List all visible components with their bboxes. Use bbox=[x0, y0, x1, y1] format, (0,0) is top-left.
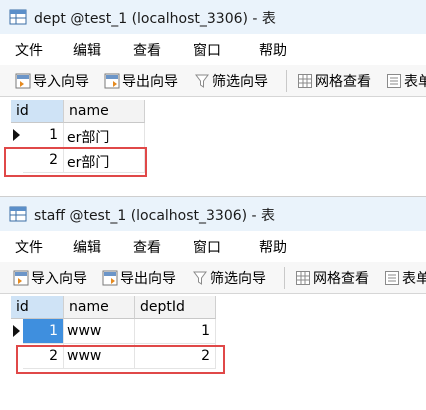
filter-wizard-label: 筛选向导 bbox=[210, 271, 266, 287]
import-icon bbox=[13, 270, 29, 286]
column-header-label: deptId bbox=[140, 299, 185, 315]
toolbar-separator bbox=[284, 267, 285, 289]
menu-file[interactable]: 文件 bbox=[15, 40, 43, 60]
cell-value: 1 bbox=[49, 323, 58, 339]
window-title: staff @test_1 (localhost_3306) - 表 bbox=[34, 208, 276, 224]
menu-help[interactable]: 帮助 bbox=[259, 40, 287, 60]
cell-id-selected[interactable]: 1 bbox=[23, 319, 64, 344]
grid-view-icon bbox=[295, 270, 311, 286]
current-row-arrow-icon bbox=[13, 325, 20, 337]
menu-file[interactable]: 文件 bbox=[15, 237, 43, 257]
column-header-label: name bbox=[69, 103, 109, 119]
filter-wizard-label: 筛选向导 bbox=[212, 74, 268, 90]
title-bar: dept @test_1 (localhost_3306) - 表 bbox=[0, 0, 426, 35]
column-header-name[interactable]: name bbox=[64, 296, 135, 319]
grid-view-label: 网格查看 bbox=[313, 271, 369, 287]
dept-table-window: dept @test_1 (localhost_3306) - 表 文件 编辑 … bbox=[0, 0, 426, 196]
form-view-icon bbox=[384, 270, 400, 286]
export-wizard-label: 导出向导 bbox=[122, 74, 178, 90]
column-header-label: name bbox=[69, 299, 109, 315]
export-icon bbox=[102, 270, 118, 286]
highlight-box bbox=[4, 147, 147, 177]
toolbar-separator bbox=[286, 70, 287, 92]
column-header-label: id bbox=[16, 299, 29, 315]
highlight-box bbox=[16, 345, 225, 374]
import-wizard-label: 导入向导 bbox=[33, 74, 89, 90]
menu-bar: 文件 编辑 查看 窗口 帮助 bbox=[0, 231, 426, 263]
export-icon bbox=[104, 73, 120, 89]
form-view-label: 表单 bbox=[402, 271, 426, 287]
column-header-id[interactable]: id bbox=[11, 100, 64, 123]
toolbar: 导入向导 导出向导 筛选向导 网格查看 表单 bbox=[0, 65, 426, 97]
menu-edit[interactable]: 编辑 bbox=[73, 237, 101, 257]
import-icon bbox=[15, 73, 31, 89]
window-title: dept @test_1 (localhost_3306) - 表 bbox=[34, 11, 276, 27]
menu-window[interactable]: 窗口 bbox=[193, 40, 221, 60]
column-header-id[interactable]: id bbox=[11, 296, 64, 319]
staff-table-window: staff @test_1 (localhost_3306) - 表 文件 编辑… bbox=[0, 197, 426, 410]
cell-value: er部门 bbox=[67, 130, 110, 146]
menu-view[interactable]: 查看 bbox=[133, 237, 161, 257]
menu-help[interactable]: 帮助 bbox=[259, 237, 287, 257]
cell-name[interactable]: er部门 bbox=[64, 123, 145, 148]
cell-value: www bbox=[67, 323, 102, 339]
table-icon bbox=[9, 8, 27, 26]
current-row-arrow-icon bbox=[13, 129, 20, 141]
table-icon bbox=[9, 205, 27, 223]
column-header-deptid[interactable]: deptId bbox=[135, 296, 216, 319]
grid-view-label: 网格查看 bbox=[315, 74, 371, 90]
cell-name[interactable]: www bbox=[64, 319, 135, 344]
menu-view[interactable]: 查看 bbox=[133, 40, 161, 60]
current-row-indicator bbox=[11, 123, 23, 147]
import-wizard-label: 导入向导 bbox=[31, 271, 87, 287]
filter-icon bbox=[192, 270, 208, 286]
form-view-label: 表单 bbox=[404, 74, 426, 90]
column-header-label: id bbox=[16, 103, 29, 119]
menu-bar: 文件 编辑 查看 窗口 帮助 bbox=[0, 34, 426, 66]
cell-id[interactable]: 1 bbox=[23, 123, 64, 148]
export-wizard-label: 导出向导 bbox=[120, 271, 176, 287]
menu-edit[interactable]: 编辑 bbox=[73, 40, 101, 60]
toolbar: 导入向导 导出向导 筛选向导 网格查看 表单 bbox=[0, 262, 426, 294]
title-bar: staff @test_1 (localhost_3306) - 表 bbox=[0, 197, 426, 232]
column-header-name[interactable]: name bbox=[64, 100, 145, 123]
filter-icon bbox=[194, 73, 210, 89]
cell-deptid[interactable]: 1 bbox=[135, 319, 216, 344]
cell-value: 1 bbox=[201, 323, 210, 339]
grid-view-icon bbox=[297, 73, 313, 89]
menu-window[interactable]: 窗口 bbox=[193, 237, 221, 257]
current-row-indicator bbox=[11, 319, 23, 343]
cell-value: 1 bbox=[49, 127, 58, 143]
form-view-icon bbox=[386, 73, 402, 89]
